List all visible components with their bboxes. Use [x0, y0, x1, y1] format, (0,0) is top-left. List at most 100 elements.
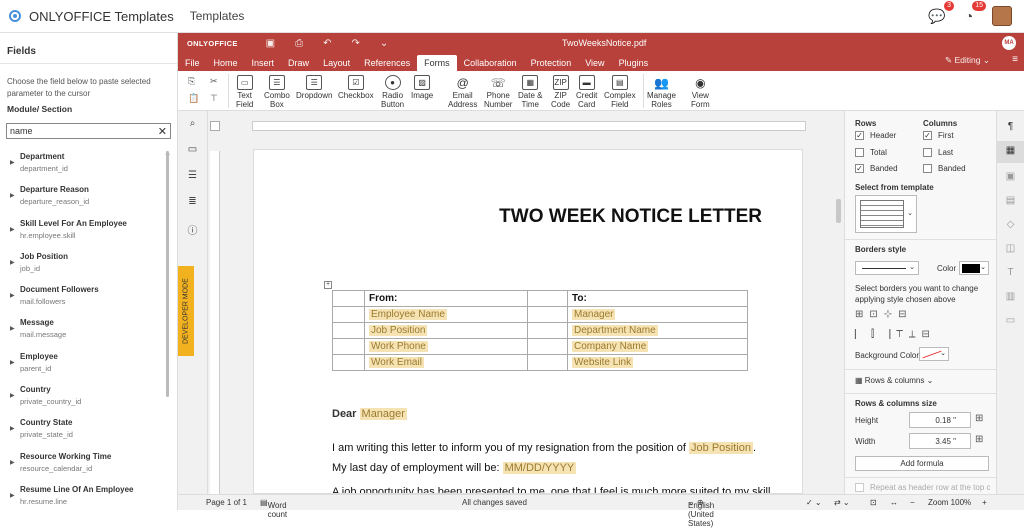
info-icon[interactable]: ⓘ: [186, 222, 200, 237]
form-field[interactable]: Job Position: [689, 442, 753, 454]
redo-icon[interactable]: ↷: [352, 38, 360, 49]
header-footer-icon[interactable]: ▤: [1004, 195, 1018, 207]
clock-icon[interactable]: ◔ 15: [960, 1, 986, 25]
form-field[interactable]: Job Position: [369, 325, 428, 336]
background-color-picker[interactable]: ⌄: [919, 347, 949, 361]
complex-field-button[interactable]: ▤ Complex Field: [604, 75, 636, 109]
expand-arrow-icon[interactable]: ▶: [10, 325, 15, 332]
tab-view[interactable]: View: [578, 55, 611, 71]
field-search-box[interactable]: ✕: [6, 123, 171, 139]
horizontal-ruler[interactable]: [252, 121, 806, 131]
last-checkbox[interactable]: Last: [923, 148, 953, 158]
user-avatar[interactable]: MA: [1002, 36, 1016, 50]
zip-code-button[interactable]: ZIP ZIP Code: [551, 75, 570, 109]
column-width-input[interactable]: 3.45 ": [909, 433, 971, 449]
distribute-rows-icon[interactable]: ⊞: [975, 413, 983, 424]
ruler-corner[interactable]: [210, 121, 220, 131]
border-style-dropdown[interactable]: ⌄: [855, 261, 919, 275]
vertical-ruler[interactable]: [210, 151, 220, 494]
list-item[interactable]: ▶ Department department_id: [0, 149, 172, 182]
paragraph-settings-icon[interactable]: ¶: [1004, 121, 1018, 133]
distribute-columns-icon[interactable]: ⊞: [975, 434, 983, 445]
expand-arrow-icon[interactable]: ▶: [10, 159, 15, 166]
expand-arrow-icon[interactable]: ▶: [10, 226, 15, 233]
tab-protection[interactable]: Protection: [524, 55, 579, 71]
border-buttons-row2[interactable]: ⎸⫿⎹⊤⊥⊟: [855, 329, 936, 340]
form-settings-icon[interactable]: ▥: [1004, 291, 1018, 303]
navigation-icon[interactable]: ≣: [186, 196, 200, 208]
tab-plugins[interactable]: Plugins: [612, 55, 656, 71]
tab-file[interactable]: File: [178, 55, 207, 71]
manage-roles-button[interactable]: 👥 Manage Roles: [647, 75, 676, 109]
chat-icon[interactable]: 💬 3: [928, 1, 954, 25]
field-list-scrollbar[interactable]: [166, 151, 169, 397]
fit-width-icon[interactable]: ↔: [890, 498, 898, 507]
expand-arrow-icon[interactable]: ▶: [10, 292, 15, 299]
editing-mode-dropdown[interactable]: ✎ Editing ⌄: [945, 55, 990, 66]
form-field[interactable]: Manager: [572, 309, 616, 320]
cut-icon[interactable]: ✂: [210, 76, 218, 87]
format-painter-icon[interactable]: ⊤: [210, 93, 218, 104]
language-selector[interactable]: English (United States) ⌄ ⊕: [688, 498, 714, 528]
form-field[interactable]: Employee Name: [369, 309, 447, 320]
tab-insert[interactable]: Insert: [245, 55, 282, 71]
total-checkbox[interactable]: Total: [855, 148, 887, 158]
tab-references[interactable]: References: [357, 55, 417, 71]
list-item[interactable]: ▶ Job Position job_id: [0, 249, 172, 282]
list-item[interactable]: ▶ Resource Working Time resource_calendar_…: [0, 449, 172, 482]
table-move-icon[interactable]: +: [324, 281, 332, 289]
image-settings-icon[interactable]: ▣: [1004, 171, 1018, 183]
undo-icon[interactable]: ↶: [323, 38, 331, 49]
form-field[interactable]: Manager: [359, 408, 407, 420]
combo-box-button[interactable]: ☰ Combo Box: [264, 75, 290, 109]
row-height-input[interactable]: 0.18 ": [909, 412, 971, 428]
tab-layout[interactable]: Layout: [316, 55, 357, 71]
paste-icon[interactable]: 📋: [188, 93, 199, 104]
banded-cols-checkbox[interactable]: Banded: [923, 164, 966, 174]
header-checkbox[interactable]: ✓ Header: [855, 131, 896, 141]
form-field[interactable]: MM/DD/YYYY: [502, 462, 577, 474]
text-field-button[interactable]: ▭ Text Field: [236, 75, 253, 109]
expand-arrow-icon[interactable]: ▶: [10, 425, 15, 432]
list-item[interactable]: ▶ Skill Level For An Employee hr.employee.…: [0, 216, 172, 249]
expand-arrow-icon[interactable]: ▶: [10, 492, 15, 499]
list-item[interactable]: ▶ Country State private_state_id: [0, 415, 172, 448]
repeat-header-checkbox[interactable]: Repeat as header row at the top of: [855, 483, 990, 493]
document-scrollbar[interactable]: [834, 111, 844, 494]
list-item[interactable]: ▶ Resume Line Of An Employee hr.resume.lin…: [0, 482, 172, 510]
save-icon[interactable]: ▣: [266, 38, 275, 49]
signature-icon[interactable]: ▭: [1004, 315, 1018, 327]
more-icon[interactable]: ⌄: [380, 38, 388, 49]
scrollbar-thumb[interactable]: [836, 199, 841, 223]
list-item[interactable]: ▶ Document Followers mail.followers: [0, 282, 172, 315]
chart-settings-icon[interactable]: ◫: [1004, 243, 1018, 255]
list-item[interactable]: ▶ Country private_country_id: [0, 382, 172, 415]
tab-draw[interactable]: Draw: [281, 55, 316, 71]
comments-icon[interactable]: ▭: [186, 144, 200, 156]
list-item[interactable]: ▶ Departure Reason departure_reason_id: [0, 182, 172, 215]
print-icon[interactable]: ⎙: [295, 38, 303, 49]
page-count[interactable]: Page 1 of 1: [206, 498, 247, 507]
form-field[interactable]: Company Name: [572, 341, 649, 352]
expand-arrow-icon[interactable]: ▶: [10, 359, 15, 366]
list-item[interactable]: ▶ Employee parent_id: [0, 349, 172, 382]
banded-rows-checkbox[interactable]: ✓ Banded: [855, 164, 898, 174]
shape-settings-icon[interactable]: ◇: [1004, 219, 1018, 231]
clear-search-icon[interactable]: ✕: [158, 125, 167, 138]
chat-panel-icon[interactable]: ☰: [186, 170, 200, 182]
first-checkbox[interactable]: ✓ First: [923, 131, 954, 141]
dropdown-button[interactable]: ☰ Dropdown: [296, 75, 332, 101]
form-field[interactable]: Work Email: [369, 357, 424, 368]
border-color-picker[interactable]: ⌄: [959, 261, 989, 275]
form-field[interactable]: Website Link: [572, 357, 634, 368]
fit-page-icon[interactable]: ⊡: [870, 498, 877, 507]
radio-button-button[interactable]: ● Radio Button: [381, 75, 404, 109]
copy-icon[interactable]: ⎘: [188, 76, 195, 87]
form-field[interactable]: Work Phone: [369, 341, 428, 352]
date-time-button[interactable]: ▦ Date & Time: [518, 75, 542, 109]
tab-forms[interactable]: Forms: [417, 55, 457, 71]
phone-button[interactable]: ☏ Phone Number: [484, 75, 512, 109]
credit-card-button[interactable]: ▬ Credit Card: [576, 75, 597, 109]
table-template-picker[interactable]: ⌄: [855, 195, 917, 233]
add-formula-button[interactable]: Add formula: [855, 456, 989, 471]
